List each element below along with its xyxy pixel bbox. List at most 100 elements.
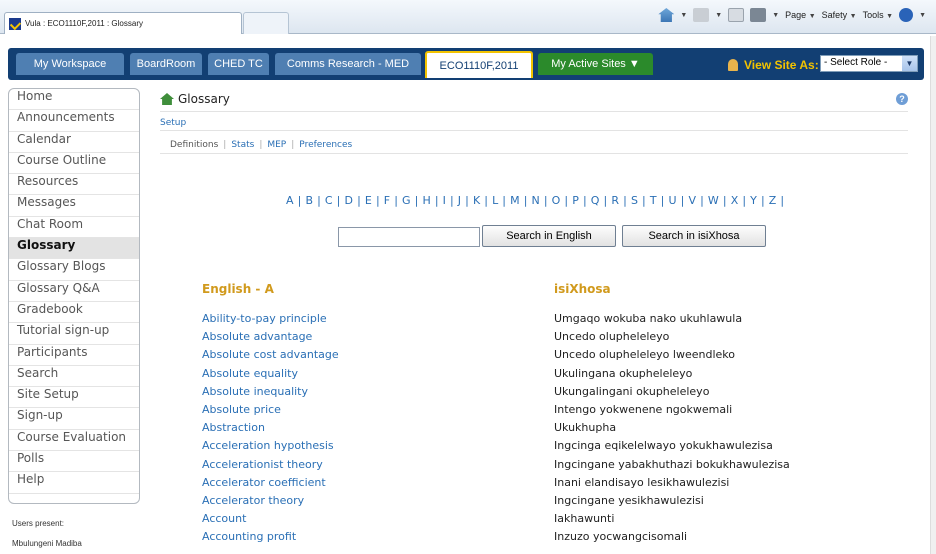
english-term-link[interactable]: Absolute equality	[202, 367, 339, 385]
search-english-button[interactable]: Search in English	[482, 225, 616, 247]
home-icon[interactable]	[658, 8, 675, 22]
alphabet-letter-g[interactable]: G	[402, 194, 411, 207]
separator: |	[353, 194, 365, 207]
tool-search[interactable]: Search	[9, 366, 139, 388]
subnav-mep[interactable]: MEP	[267, 140, 286, 150]
feeds-icon[interactable]	[693, 8, 710, 22]
setup-link[interactable]: Setup	[160, 118, 186, 128]
separator: |	[259, 140, 263, 150]
new-tab-button[interactable]	[243, 12, 289, 34]
tab-my-workspace[interactable]: My Workspace	[16, 53, 124, 75]
tool-messages[interactable]: Messages	[9, 195, 139, 217]
safety-menu-label: Safety	[821, 10, 848, 20]
vertical-scrollbar[interactable]	[930, 36, 936, 554]
tool-help[interactable]: Help	[9, 472, 139, 494]
mail-icon[interactable]	[728, 8, 745, 22]
separator: |	[676, 194, 689, 207]
english-term-link[interactable]: Accelerator coefficient	[202, 476, 339, 494]
alphabet-letter-w[interactable]: W	[708, 194, 719, 207]
english-term-link[interactable]: Accelerationist theory	[202, 458, 339, 476]
english-terms-list: Ability-to-pay principle Absolute advanta…	[202, 312, 339, 548]
safety-menu[interactable]: Safety ▼	[822, 10, 857, 20]
tool-chat-room[interactable]: Chat Room	[9, 217, 139, 239]
tools-menu[interactable]: Tools ▼	[863, 10, 893, 20]
subnav-stats[interactable]: Stats	[231, 140, 254, 150]
alphabet-letter-n[interactable]: N	[532, 194, 541, 207]
alphabet-letter-u[interactable]: U	[668, 194, 676, 207]
browser-tab-active[interactable]: Vula : ECO1110F,2011 : Glossary	[4, 12, 242, 34]
isixhosa-term: Ukulingana okupheleleyo	[554, 366, 693, 380]
alphabet-letter-m[interactable]: M	[510, 194, 520, 207]
english-term-link[interactable]: Ability-to-pay principle	[202, 312, 339, 330]
isixhosa-term: Intengo yokwenene ngokwemali	[554, 402, 733, 416]
english-term-link[interactable]: Absolute advantage	[202, 330, 339, 348]
english-term-link[interactable]: Accelerator theory	[202, 494, 339, 512]
chevron-down-icon[interactable]: ▼	[902, 56, 917, 71]
browser-tab-title: Vula : ECO1110F,2011 : Glossary	[25, 19, 143, 28]
isixhosa-term: Uncedo olupheleleyo	[554, 330, 670, 344]
tool-announcements[interactable]: Announcements	[9, 110, 139, 132]
english-term-link[interactable]: Account	[202, 512, 339, 530]
feeds-dropdown-icon[interactable]: ▼	[715, 12, 722, 19]
view-site-as-label: View Site As:	[744, 58, 819, 72]
chevron-down-icon: ▼	[849, 13, 857, 20]
isixhosa-term: Ukungalingani okupheleleyo	[554, 384, 710, 398]
page-menu-label: Page	[785, 10, 807, 20]
glossary-search-input[interactable]	[338, 227, 480, 247]
tab-eco1110f-2011[interactable]: ECO1110F,2011	[425, 51, 533, 78]
tool-glossary-blogs[interactable]: Glossary Blogs	[9, 259, 139, 281]
separator: |	[599, 194, 612, 207]
tab-boardroom[interactable]: BoardRoom	[130, 53, 202, 75]
tool-glossary[interactable]: Glossary	[9, 238, 139, 260]
english-term-link[interactable]: Accounting profit	[202, 530, 339, 548]
help-icon[interactable]	[899, 8, 914, 22]
tool-course-outline[interactable]: Course Outline	[9, 153, 139, 175]
english-term-link[interactable]: Absolute price	[202, 403, 339, 421]
separator: |	[431, 194, 443, 207]
english-term-link[interactable]: Acceleration hypothesis	[202, 439, 339, 457]
isixhosa-term: Ukukhupha	[554, 421, 617, 435]
print-dropdown-icon[interactable]: ▼	[772, 12, 779, 19]
english-term-link[interactable]: Abstraction	[202, 421, 339, 439]
tool-participants[interactable]: Participants	[9, 345, 139, 366]
separator: |	[291, 140, 295, 150]
alphabet-letter-x[interactable]: X	[731, 194, 739, 207]
alphabet-letter-h[interactable]: H	[422, 194, 431, 207]
alphabet-letter-d[interactable]: D	[345, 194, 354, 207]
subnav-preferences[interactable]: Preferences	[299, 140, 352, 150]
alphabet-letter-z[interactable]: Z	[769, 194, 777, 207]
alphabet-letter-a[interactable]: A	[286, 194, 294, 207]
tool-resources[interactable]: Resources	[9, 174, 139, 196]
separator: |	[332, 194, 345, 207]
alphabet-letter-q[interactable]: Q	[591, 194, 600, 207]
alphabet-letter-o[interactable]: O	[552, 194, 561, 207]
vula-favicon-icon	[9, 17, 21, 30]
browser-toolbar: Vula : ECO1110F,2011 : Glossary ▼ ▼ ▼ Pa…	[0, 0, 936, 34]
tool-site-setup[interactable]: Site Setup	[9, 387, 139, 409]
alphabet-letter-c[interactable]: C	[325, 194, 333, 207]
alphabet-letter-t[interactable]: T	[650, 194, 657, 207]
tool-calendar[interactable]: Calendar	[9, 132, 139, 153]
tab-comms-research-med[interactable]: Comms Research - MED	[275, 53, 421, 75]
help-dropdown-icon[interactable]: ▼	[919, 12, 926, 19]
page-menu[interactable]: Page ▼	[785, 10, 815, 20]
tool-gradebook[interactable]: Gradebook	[9, 302, 139, 324]
select-role-dropdown[interactable]: - Select Role - ▼	[820, 55, 918, 72]
tool-tutorial-signup[interactable]: Tutorial sign-up	[9, 323, 139, 345]
home-dropdown-icon[interactable]: ▼	[680, 12, 687, 19]
separator: |	[560, 194, 573, 207]
help-icon[interactable]: ?	[896, 93, 908, 105]
tool-polls[interactable]: Polls	[9, 451, 139, 473]
english-term-link[interactable]: Absolute inequality	[202, 385, 339, 403]
search-isixhosa-button[interactable]: Search in isiXhosa	[622, 225, 766, 247]
tab-my-active-sites[interactable]: My Active Sites ▼	[538, 53, 653, 75]
english-term-link[interactable]: Absolute cost advantage	[202, 348, 339, 366]
tool-sign-up[interactable]: Sign-up	[9, 408, 139, 430]
print-icon[interactable]	[750, 8, 767, 22]
tool-course-evaluation[interactable]: Course Evaluation	[9, 430, 139, 452]
tab-ched-tc[interactable]: CHED TC	[208, 53, 269, 75]
divider	[160, 130, 908, 131]
separator: |	[446, 194, 458, 207]
tool-glossary-qa[interactable]: Glossary Q&A	[9, 281, 139, 302]
tool-home[interactable]: Home	[9, 89, 139, 111]
